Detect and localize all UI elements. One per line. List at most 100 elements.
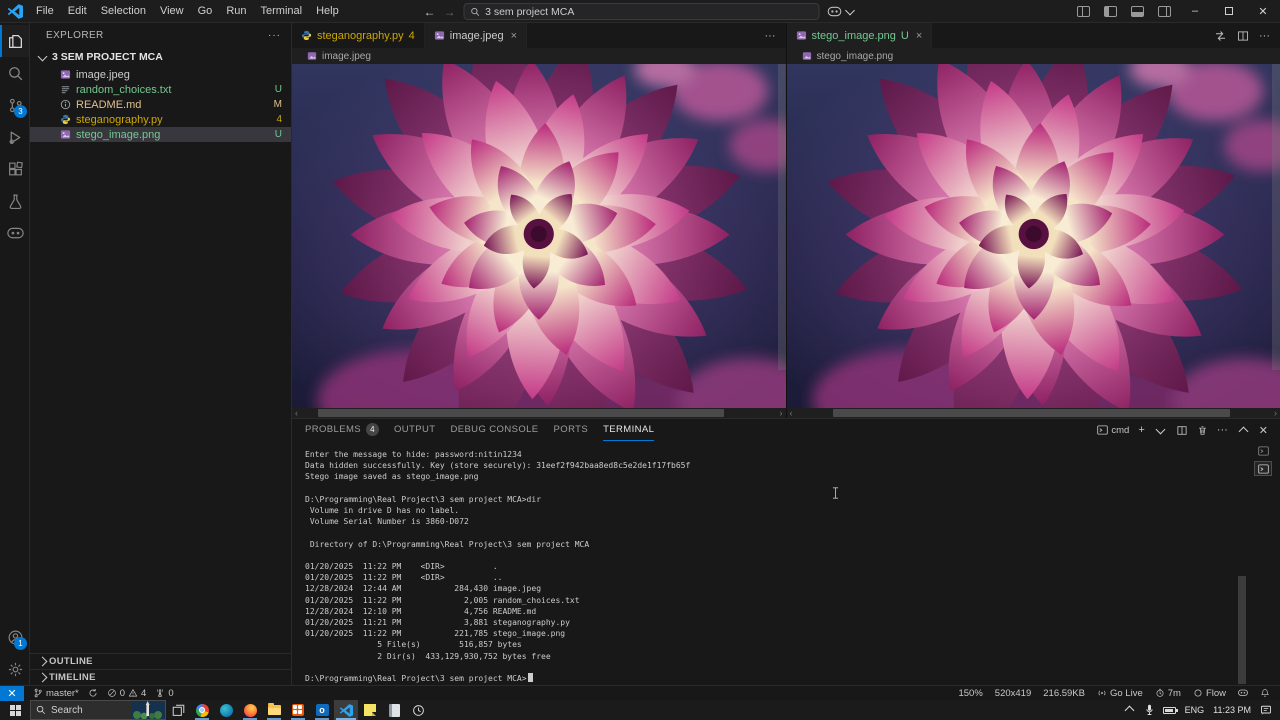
activitybar-settings[interactable] (0, 653, 29, 685)
taskbar-search[interactable] (30, 700, 166, 720)
taskbar-search-input[interactable] (51, 704, 121, 716)
editor-more-actions[interactable]: ··· (1259, 30, 1270, 42)
image-viewer-right[interactable] (786, 64, 1280, 408)
customize-layout-button[interactable] (1077, 5, 1090, 17)
activitybar-extensions[interactable] (0, 153, 29, 185)
maximize-panel-icon[interactable] (1238, 426, 1249, 436)
panel-tab-problems[interactable]: PROBLEMS 4 (305, 419, 379, 441)
app-icon-book[interactable] (382, 700, 406, 720)
file-row-steganography-py[interactable]: steganography.py 4 (30, 112, 291, 127)
language-indicator[interactable]: ENG (1185, 705, 1205, 715)
file-row-stego-image-png[interactable]: stego_image.png U (30, 127, 291, 142)
remote-indicator[interactable] (0, 685, 24, 701)
command-center-search[interactable] (463, 3, 820, 20)
tab-image-jpeg[interactable]: image.jpeg × (424, 23, 528, 48)
scrollbar-thumb[interactable] (318, 409, 724, 417)
split-editor-icon[interactable] (1237, 30, 1249, 42)
task-view-button[interactable] (166, 700, 190, 720)
scrollbar-thumb[interactable] (832, 409, 1230, 417)
clock-time[interactable]: 11:23 PM (1213, 705, 1251, 715)
app-icon-sticky-notes[interactable] (358, 700, 382, 720)
menu-help[interactable]: Help (309, 5, 346, 17)
app-icon-file-explorer[interactable] (262, 700, 286, 720)
terminal-instance-cmd[interactable] (1254, 461, 1272, 476)
tab-stego-image-png[interactable]: stego_image.png U × (786, 23, 933, 48)
kill-terminal-trash-icon[interactable] (1197, 425, 1208, 436)
file-row-random-choices-txt[interactable]: random_choices.txt U (30, 82, 291, 97)
app-icon-outlook[interactable]: o (310, 700, 334, 720)
tab-close-icon[interactable]: × (511, 30, 517, 42)
activitybar-testing[interactable] (0, 185, 29, 217)
ports-status[interactable]: 0 (155, 688, 174, 699)
panel-tab-debug-console[interactable]: DEBUG CONSOLE (450, 419, 538, 441)
scroll-left-icon[interactable]: ‹ (790, 408, 793, 418)
activitybar-run-debug[interactable] (0, 121, 29, 153)
outline-section[interactable]: OUTLINE (30, 653, 291, 669)
menu-edit[interactable]: Edit (61, 5, 94, 17)
app-icon-vscode[interactable] (334, 700, 358, 720)
panel-more-actions[interactable]: ··· (1217, 424, 1228, 436)
file-row-readme-md[interactable]: README.md M (30, 97, 291, 112)
tray-expand-chevron[interactable] (1123, 704, 1136, 716)
battery-tray-icon[interactable] (1162, 706, 1178, 714)
scroll-right-icon[interactable]: › (780, 408, 783, 418)
activitybar-explorer[interactable] (0, 25, 29, 57)
notification-center-icon[interactable] (1260, 704, 1272, 716)
go-live-button[interactable]: Go Live (1097, 688, 1143, 699)
split-terminal-icon[interactable] (1176, 425, 1188, 436)
vertical-scrollbar[interactable] (777, 64, 786, 371)
scroll-right-icon[interactable]: › (1274, 408, 1277, 418)
menu-terminal[interactable]: Terminal (254, 5, 310, 17)
window-close-button[interactable]: ✕ (1246, 0, 1280, 23)
terminal-shell-selector[interactable]: cmd (1097, 425, 1129, 436)
app-icon-chrome[interactable] (190, 700, 214, 720)
scroll-left-icon[interactable]: ‹ (295, 408, 298, 418)
close-panel-icon[interactable]: ✕ (1259, 424, 1268, 437)
chevron-down-icon[interactable] (1155, 424, 1166, 434)
microphone-tray-icon[interactable] (1145, 704, 1154, 716)
terminal-scrollbar[interactable] (1238, 576, 1246, 684)
vertical-scrollbar[interactable] (1272, 64, 1280, 371)
git-sync-button[interactable] (88, 688, 98, 698)
new-terminal-button[interactable]: + (1138, 424, 1144, 436)
app-icon-office-grid[interactable] (286, 700, 310, 720)
menu-file[interactable]: File (29, 5, 61, 17)
toggle-secondary-sidebar-button[interactable] (1158, 5, 1171, 17)
panel-tab-output[interactable]: OUTPUT (394, 419, 435, 441)
breadcrumb[interactable]: stego_image.png (786, 48, 1280, 64)
breadcrumb[interactable]: image.jpeg (292, 48, 786, 64)
terminal-instance-powershell[interactable] (1254, 443, 1272, 458)
menu-run[interactable]: Run (219, 5, 253, 17)
toggle-panel-button[interactable] (1131, 5, 1144, 17)
panel-tab-terminal[interactable]: TERMINAL (603, 419, 655, 441)
nav-back-icon[interactable]: ← (424, 5, 436, 19)
activitybar-search[interactable] (0, 57, 29, 89)
app-icon-edge[interactable] (214, 700, 238, 720)
terminal-output[interactable]: Enter the message to hide: password:niti… (305, 449, 1234, 683)
image-viewer-left[interactable] (292, 64, 786, 408)
session-timer-status[interactable]: 7m (1155, 688, 1181, 699)
image-zoom-status[interactable]: 150% (958, 688, 982, 699)
breadcrumb-item[interactable]: image.jpeg (322, 51, 371, 62)
flow-status[interactable]: Flow (1193, 688, 1226, 699)
open-changes-icon[interactable] (1214, 30, 1227, 42)
start-button[interactable] (0, 700, 30, 720)
app-icon-firefox[interactable] (238, 700, 262, 720)
window-restore-button[interactable] (1212, 0, 1246, 23)
file-row-image-jpeg[interactable]: image.jpeg (30, 67, 291, 82)
activitybar-copilot-chat[interactable] (0, 217, 29, 249)
tab-close-icon[interactable]: × (916, 30, 922, 42)
app-icon-clock[interactable] (406, 700, 430, 720)
panel-tab-ports[interactable]: PORTS (554, 419, 589, 441)
problems-status[interactable]: 0 4 (107, 688, 146, 699)
editor-more-actions[interactable]: ··· (765, 30, 776, 42)
activitybar-accounts[interactable]: 1 (0, 621, 29, 653)
search-input[interactable] (485, 5, 813, 18)
timeline-section[interactable]: TIMELINE (30, 669, 291, 685)
horizontal-scrollbar[interactable]: ‹ › (786, 408, 1280, 418)
horizontal-scrollbar[interactable]: ‹ › (292, 408, 786, 418)
menu-view[interactable]: View (153, 5, 191, 17)
breadcrumb-item[interactable]: stego_image.png (817, 51, 894, 62)
project-root-folder[interactable]: 3 SEM PROJECT MCA (30, 47, 291, 67)
copilot-menu[interactable] (827, 5, 857, 17)
